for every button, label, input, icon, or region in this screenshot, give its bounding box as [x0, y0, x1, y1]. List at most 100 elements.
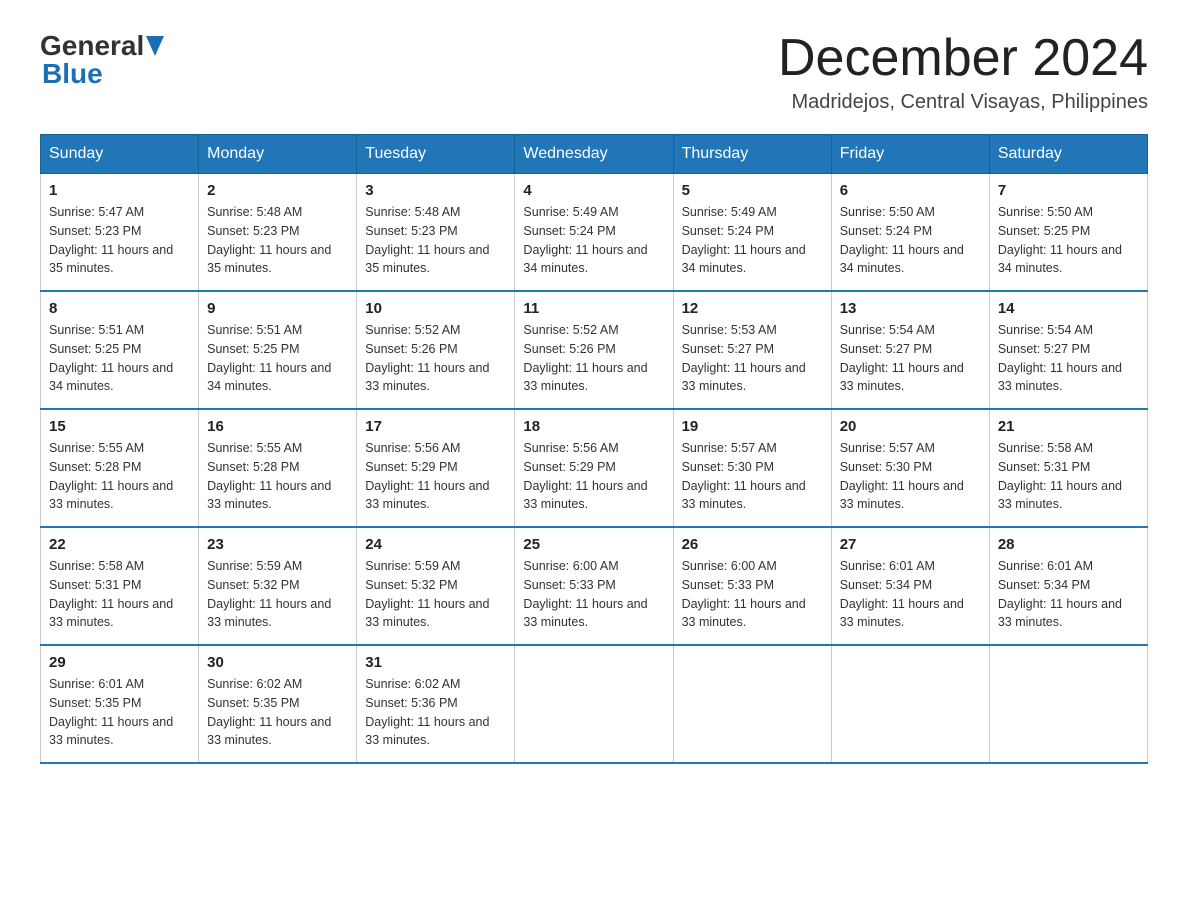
calendar-cell: 9 Sunrise: 5:51 AMSunset: 5:25 PMDaylight… — [199, 291, 357, 409]
day-info: Sunrise: 5:58 AMSunset: 5:31 PMDaylight:… — [49, 557, 190, 632]
day-info: Sunrise: 5:53 AMSunset: 5:27 PMDaylight:… — [682, 321, 823, 396]
day-number: 23 — [207, 536, 348, 553]
day-number: 16 — [207, 418, 348, 435]
page-header: General Blue December 2024 Madridejos, C… — [40, 30, 1148, 114]
calendar-cell: 15 Sunrise: 5:55 AMSunset: 5:28 PMDayligh… — [41, 409, 199, 527]
day-info: Sunrise: 5:52 AMSunset: 5:26 PMDaylight:… — [523, 321, 664, 396]
calendar-week-row: 29 Sunrise: 6:01 AMSunset: 5:35 PMDayligh… — [41, 645, 1148, 763]
weekday-header-friday: Friday — [831, 135, 989, 174]
day-number: 5 — [682, 182, 823, 199]
title-section: December 2024 Madridejos, Central Visaya… — [778, 30, 1148, 114]
day-number: 3 — [365, 182, 506, 199]
day-info: Sunrise: 5:49 AMSunset: 5:24 PMDaylight:… — [523, 203, 664, 278]
calendar-cell: 18Sunrise: 5:56 AMSunset: 5:29 PMDayligh… — [515, 409, 673, 527]
calendar-cell: 19Sunrise: 5:57 AMSunset: 5:30 PMDayligh… — [673, 409, 831, 527]
weekday-header-sunday: Sunday — [41, 135, 199, 174]
day-number: 31 — [365, 654, 506, 671]
weekday-header-row: SundayMondayTuesdayWednesdayThursdayFrid… — [41, 135, 1148, 174]
calendar-cell: 10 Sunrise: 5:52 AMSunset: 5:26 PMDayligh… — [357, 291, 515, 409]
day-info: Sunrise: 5:55 AMSunset: 5:28 PMDaylight:… — [49, 439, 190, 514]
day-info: Sunrise: 5:50 AMSunset: 5:25 PMDaylight:… — [998, 203, 1139, 278]
day-number: 21 — [998, 418, 1139, 435]
calendar-cell: 28 Sunrise: 6:01 AMSunset: 5:34 PMDayligh… — [989, 527, 1147, 645]
day-info: Sunrise: 6:00 AMSunset: 5:33 PMDaylight:… — [523, 557, 664, 632]
day-number: 26 — [682, 536, 823, 553]
calendar-cell: 3 Sunrise: 5:48 AMSunset: 5:23 PMDaylight… — [357, 174, 515, 292]
calendar-cell: 5Sunrise: 5:49 AMSunset: 5:24 PMDaylight… — [673, 174, 831, 292]
calendar-cell — [989, 645, 1147, 763]
day-info: Sunrise: 5:50 AMSunset: 5:24 PMDaylight:… — [840, 203, 981, 278]
day-info: Sunrise: 6:00 AMSunset: 5:33 PMDaylight:… — [682, 557, 823, 632]
calendar-week-row: 15 Sunrise: 5:55 AMSunset: 5:28 PMDayligh… — [41, 409, 1148, 527]
calendar-cell: 12 Sunrise: 5:53 AMSunset: 5:27 PMDayligh… — [673, 291, 831, 409]
day-number: 19 — [682, 418, 823, 435]
day-number: 9 — [207, 300, 348, 317]
day-number: 1 — [49, 182, 190, 199]
day-number: 6 — [840, 182, 981, 199]
day-number: 12 — [682, 300, 823, 317]
weekday-header-tuesday: Tuesday — [357, 135, 515, 174]
day-number: 28 — [998, 536, 1139, 553]
calendar-week-row: 1 Sunrise: 5:47 AMSunset: 5:23 PMDaylight… — [41, 174, 1148, 292]
day-info: Sunrise: 5:59 AMSunset: 5:32 PMDaylight:… — [365, 557, 506, 632]
day-info: Sunrise: 6:01 AMSunset: 5:34 PMDaylight:… — [998, 557, 1139, 632]
day-number: 7 — [998, 182, 1139, 199]
calendar-cell: 1 Sunrise: 5:47 AMSunset: 5:23 PMDaylight… — [41, 174, 199, 292]
calendar-cell: 6 Sunrise: 5:50 AMSunset: 5:24 PMDaylight… — [831, 174, 989, 292]
calendar-cell: 20Sunrise: 5:57 AMSunset: 5:30 PMDayligh… — [831, 409, 989, 527]
calendar-cell: 30Sunrise: 6:02 AMSunset: 5:35 PMDayligh… — [199, 645, 357, 763]
day-number: 8 — [49, 300, 190, 317]
calendar-cell: 22 Sunrise: 5:58 AMSunset: 5:31 PMDayligh… — [41, 527, 199, 645]
day-info: Sunrise: 5:55 AMSunset: 5:28 PMDaylight:… — [207, 439, 348, 514]
day-info: Sunrise: 5:54 AMSunset: 5:27 PMDaylight:… — [998, 321, 1139, 396]
day-number: 11 — [523, 300, 664, 317]
day-info: Sunrise: 5:59 AMSunset: 5:32 PMDaylight:… — [207, 557, 348, 632]
calendar-cell: 17 Sunrise: 5:56 AMSunset: 5:29 PMDayligh… — [357, 409, 515, 527]
weekday-header-wednesday: Wednesday — [515, 135, 673, 174]
calendar-week-row: 22 Sunrise: 5:58 AMSunset: 5:31 PMDayligh… — [41, 527, 1148, 645]
day-number: 10 — [365, 300, 506, 317]
weekday-header-thursday: Thursday — [673, 135, 831, 174]
day-info: Sunrise: 5:48 AMSunset: 5:23 PMDaylight:… — [365, 203, 506, 278]
calendar-cell: 31 Sunrise: 6:02 AMSunset: 5:36 PMDayligh… — [357, 645, 515, 763]
calendar-cell: 2 Sunrise: 5:48 AMSunset: 5:23 PMDaylight… — [199, 174, 357, 292]
weekday-header-saturday: Saturday — [989, 135, 1147, 174]
day-info: Sunrise: 5:56 AMSunset: 5:29 PMDaylight:… — [523, 439, 664, 514]
calendar-cell: 29 Sunrise: 6:01 AMSunset: 5:35 PMDayligh… — [41, 645, 199, 763]
day-info: Sunrise: 6:02 AMSunset: 5:36 PMDaylight:… — [365, 675, 506, 750]
month-year-title: December 2024 — [778, 30, 1148, 87]
day-number: 27 — [840, 536, 981, 553]
calendar-cell — [515, 645, 673, 763]
calendar-cell: 21 Sunrise: 5:58 AMSunset: 5:31 PMDayligh… — [989, 409, 1147, 527]
day-number: 2 — [207, 182, 348, 199]
calendar-cell: 8Sunrise: 5:51 AMSunset: 5:25 PMDaylight… — [41, 291, 199, 409]
day-number: 29 — [49, 654, 190, 671]
calendar-cell: 7 Sunrise: 5:50 AMSunset: 5:25 PMDaylight… — [989, 174, 1147, 292]
day-info: Sunrise: 5:54 AMSunset: 5:27 PMDaylight:… — [840, 321, 981, 396]
day-info: Sunrise: 5:48 AMSunset: 5:23 PMDaylight:… — [207, 203, 348, 278]
day-number: 17 — [365, 418, 506, 435]
day-info: Sunrise: 5:51 AMSunset: 5:25 PMDaylight:… — [207, 321, 348, 396]
day-info: Sunrise: 5:47 AMSunset: 5:23 PMDaylight:… — [49, 203, 190, 278]
day-number: 22 — [49, 536, 190, 553]
logo-blue-text: Blue — [40, 58, 103, 90]
calendar-cell: 14Sunrise: 5:54 AMSunset: 5:27 PMDayligh… — [989, 291, 1147, 409]
calendar-cell: 4Sunrise: 5:49 AMSunset: 5:24 PMDaylight… — [515, 174, 673, 292]
calendar-cell: 25 Sunrise: 6:00 AMSunset: 5:33 PMDayligh… — [515, 527, 673, 645]
day-info: Sunrise: 5:52 AMSunset: 5:26 PMDaylight:… — [365, 321, 506, 396]
calendar-week-row: 8 Sunrise: 5:51 AMSunset: 5:25 PMDaylight… — [41, 291, 1148, 409]
calendar-cell: 13Sunrise: 5:54 AMSunset: 5:27 PMDayligh… — [831, 291, 989, 409]
day-info: Sunrise: 6:01 AMSunset: 5:35 PMDaylight:… — [49, 675, 190, 750]
calendar-cell: 16 Sunrise: 5:55 AMSunset: 5:28 PMDayligh… — [199, 409, 357, 527]
day-info: Sunrise: 5:58 AMSunset: 5:31 PMDaylight:… — [998, 439, 1139, 514]
day-number: 15 — [49, 418, 190, 435]
day-number: 24 — [365, 536, 506, 553]
calendar-cell: 24 Sunrise: 5:59 AMSunset: 5:32 PMDayligh… — [357, 527, 515, 645]
weekday-header-monday: Monday — [199, 135, 357, 174]
day-number: 20 — [840, 418, 981, 435]
calendar-table: SundayMondayTuesdayWednesdayThursdayFrid… — [40, 134, 1148, 764]
logo: General Blue — [40, 30, 164, 90]
day-number: 25 — [523, 536, 664, 553]
day-info: Sunrise: 5:56 AMSunset: 5:29 PMDaylight:… — [365, 439, 506, 514]
day-info: Sunrise: 6:01 AMSunset: 5:34 PMDaylight:… — [840, 557, 981, 632]
